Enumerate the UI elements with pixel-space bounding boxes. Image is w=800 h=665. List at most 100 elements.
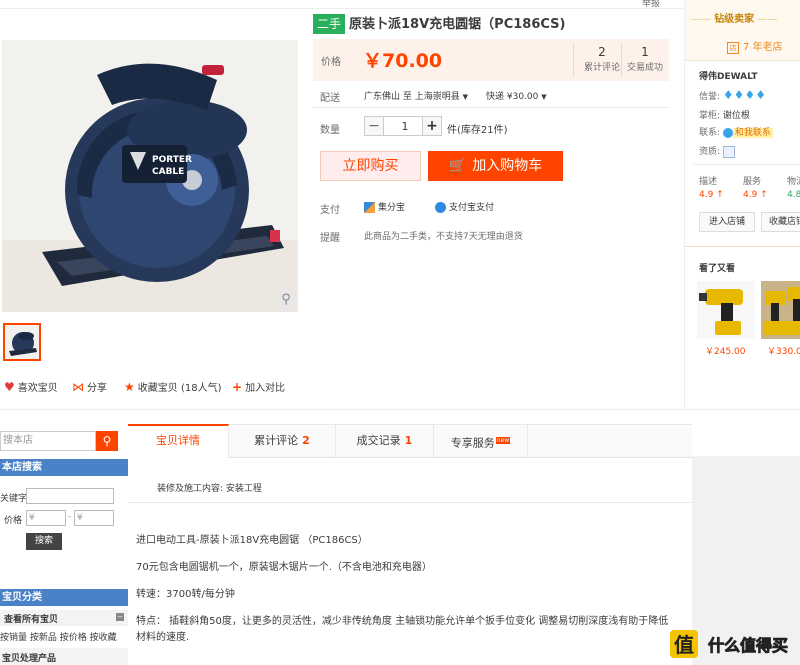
sales-count: 1 bbox=[641, 45, 649, 59]
watermark-logo: 值 什么值得买 bbox=[668, 624, 796, 662]
zoom-icon[interactable]: ⚲ bbox=[276, 290, 296, 310]
heart-icon: ♥ bbox=[4, 380, 15, 394]
add-to-cart-button[interactable]: 🛒 加入购物车 bbox=[428, 151, 563, 181]
thumbnail-1[interactable] bbox=[3, 323, 41, 361]
keyword-input[interactable] bbox=[26, 488, 114, 504]
store-search-header: 本店搜索 bbox=[0, 459, 128, 476]
divider bbox=[685, 246, 800, 247]
install-info: 装修及施工内容: 安装工程 bbox=[157, 484, 262, 494]
share-button[interactable]: ⋈ 分享 bbox=[72, 379, 107, 395]
alipay-icon bbox=[435, 202, 446, 213]
rating-describe: 描述 4.9 ↑ bbox=[699, 176, 724, 202]
also-viewed-title: 看了又看 bbox=[699, 264, 736, 274]
second-hand-badge: 二手 bbox=[313, 14, 346, 34]
star-icon: ★ bbox=[124, 380, 135, 394]
tab-reviews[interactable]: 累计评论 2 bbox=[229, 425, 336, 457]
plus-icon: + bbox=[232, 380, 243, 394]
review-tab-count: 2 bbox=[302, 434, 310, 447]
rating-describe-value: 4.9 ↑ bbox=[699, 190, 724, 200]
notice-label: 提醒 bbox=[320, 233, 340, 244]
rating-service-value: 4.9 ↑ bbox=[743, 190, 768, 200]
processing-label: 宝贝处理产品 bbox=[2, 654, 57, 664]
watermark-text: 什么值得买 bbox=[708, 636, 788, 655]
collapse-icon[interactable]: − bbox=[116, 613, 124, 621]
quantity-decrease-button[interactable]: − bbox=[364, 116, 384, 136]
enter-shop-button[interactable]: 进入店铺 bbox=[699, 212, 755, 232]
price-max-input[interactable]: ¥ bbox=[74, 510, 114, 526]
tab-details[interactable]: 宝贝详情 bbox=[128, 424, 229, 458]
alipay-label: 支付宝支付 bbox=[449, 203, 495, 213]
share-label: 分享 bbox=[87, 383, 107, 394]
contact-button[interactable]: 和我联系 bbox=[732, 128, 773, 138]
buy-now-button[interactable]: 立即购买 bbox=[320, 151, 421, 181]
report-link[interactable]: 举报 bbox=[642, 0, 660, 9]
price-label: 价格 bbox=[321, 57, 341, 68]
brand-text-2: CABLE bbox=[152, 167, 184, 177]
tab-transactions[interactable]: 成交记录 1 bbox=[336, 425, 434, 457]
shop-qualification: 资质: bbox=[699, 144, 735, 158]
filter-search-button[interactable]: 搜索 bbox=[26, 533, 62, 550]
favorite-shop-button[interactable]: 收藏店铺 bbox=[761, 212, 800, 232]
detail-line-2: 70元包含电圆锯机一个，原装锯木锯片一个.（不含电池和充电器） bbox=[136, 562, 432, 573]
ship-dest: 上海崇明县 bbox=[414, 92, 460, 102]
rating-service-label: 服务 bbox=[743, 177, 762, 187]
sort-links[interactable]: 按销量 按新品 按价格 按收藏 bbox=[0, 630, 117, 643]
favorite-label: 收藏宝贝 (18人气) bbox=[137, 383, 222, 394]
compare-label: 加入对比 bbox=[245, 383, 286, 394]
shop-name[interactable]: 得伟DEWALT bbox=[699, 69, 758, 82]
payment-option-jifenbao[interactable]: 集分宝 bbox=[364, 200, 405, 213]
quantity-label: 数量 bbox=[320, 125, 340, 136]
divider bbox=[128, 502, 692, 503]
shipping-method-text: 快递 ¥30.00 bbox=[486, 92, 539, 102]
rec-item-1-image[interactable] bbox=[697, 281, 755, 339]
price-box: 价格 ￥70.00 2 累计评论 1 交易成功 bbox=[313, 39, 669, 81]
rec-item-2-image[interactable] bbox=[761, 281, 800, 339]
divider bbox=[693, 164, 800, 165]
payment-label: 支付 bbox=[320, 205, 340, 216]
tab-services[interactable]: 专享服务 new bbox=[434, 425, 528, 457]
ship-to-word: 至 bbox=[402, 92, 412, 102]
product-main-image[interactable]: PORTER CABLE ⚲ bbox=[2, 40, 298, 312]
divider bbox=[313, 107, 669, 108]
shop-search-input[interactable]: 搜本店 bbox=[0, 431, 96, 451]
shop-contact: 联系: 和我联系 bbox=[699, 125, 773, 138]
diamond-icon: ♦♦♦♦ bbox=[722, 88, 766, 102]
sales-count-stat[interactable]: 1 交易成功 bbox=[621, 43, 668, 77]
rating-logistics-value: 4.8 bbox=[787, 190, 800, 200]
drill-icon bbox=[697, 281, 755, 339]
shop-badge-icon: 店 bbox=[727, 42, 739, 54]
compare-button[interactable]: + 加入对比 bbox=[232, 379, 285, 395]
processing-category[interactable]: 宝贝处理产品 bbox=[0, 648, 128, 665]
shipping-method[interactable]: 快递 ¥30.00 ▼ bbox=[486, 89, 547, 102]
price-min-input[interactable]: ¥ bbox=[26, 510, 66, 526]
all-items-row[interactable]: 查看所有宝贝 − bbox=[0, 610, 128, 626]
add-to-cart-label: 加入购物车 bbox=[472, 158, 543, 174]
shipping-route[interactable]: 广东佛山 至 上海崇明县 ▼ bbox=[364, 89, 468, 102]
like-item-button[interactable]: ♥ 喜欢宝贝 bbox=[4, 379, 58, 395]
ship-from: 广东佛山 bbox=[364, 92, 401, 102]
quantity-increase-button[interactable]: + bbox=[422, 116, 442, 136]
shop-age-text: 7 年老店 bbox=[743, 42, 783, 53]
shipping-label: 配送 bbox=[320, 93, 340, 104]
shop-panel: —— 钻级卖家 —— 店 7 年老店 得伟DEWALT 信誉: ♦♦♦♦ 掌柜: … bbox=[684, 0, 800, 410]
chevron-down-icon: ▼ bbox=[462, 93, 469, 101]
search-icon[interactable]: ⚲ bbox=[96, 431, 118, 451]
shop-owner: 掌柜: 谢位根 bbox=[699, 108, 750, 121]
thumbnail-image bbox=[5, 325, 39, 359]
category-header: 宝贝分类 bbox=[0, 589, 128, 606]
quantity-input[interactable]: 1 bbox=[384, 116, 426, 136]
qualification-label: 资质: bbox=[699, 147, 721, 157]
qualification-icon[interactable] bbox=[722, 145, 735, 158]
owner-name: 谢位根 bbox=[722, 111, 750, 121]
tab-transactions-label: 成交记录 bbox=[356, 434, 401, 447]
svg-text:值: 值 bbox=[674, 633, 694, 657]
section-divider bbox=[0, 409, 800, 410]
favorite-item-button[interactable]: ★ 收藏宝贝 (18人气) bbox=[124, 379, 221, 395]
jifenbao-icon bbox=[364, 202, 375, 213]
seller-level-text: 钻级卖家 bbox=[714, 14, 755, 25]
circular-saw-illustration: PORTER CABLE bbox=[2, 40, 298, 312]
payment-option-alipay[interactable]: 支付宝支付 bbox=[435, 200, 494, 213]
like-label: 喜欢宝贝 bbox=[17, 383, 58, 394]
tool-set-icon bbox=[761, 281, 800, 339]
tab-details-label: 宝贝详情 bbox=[156, 434, 200, 447]
